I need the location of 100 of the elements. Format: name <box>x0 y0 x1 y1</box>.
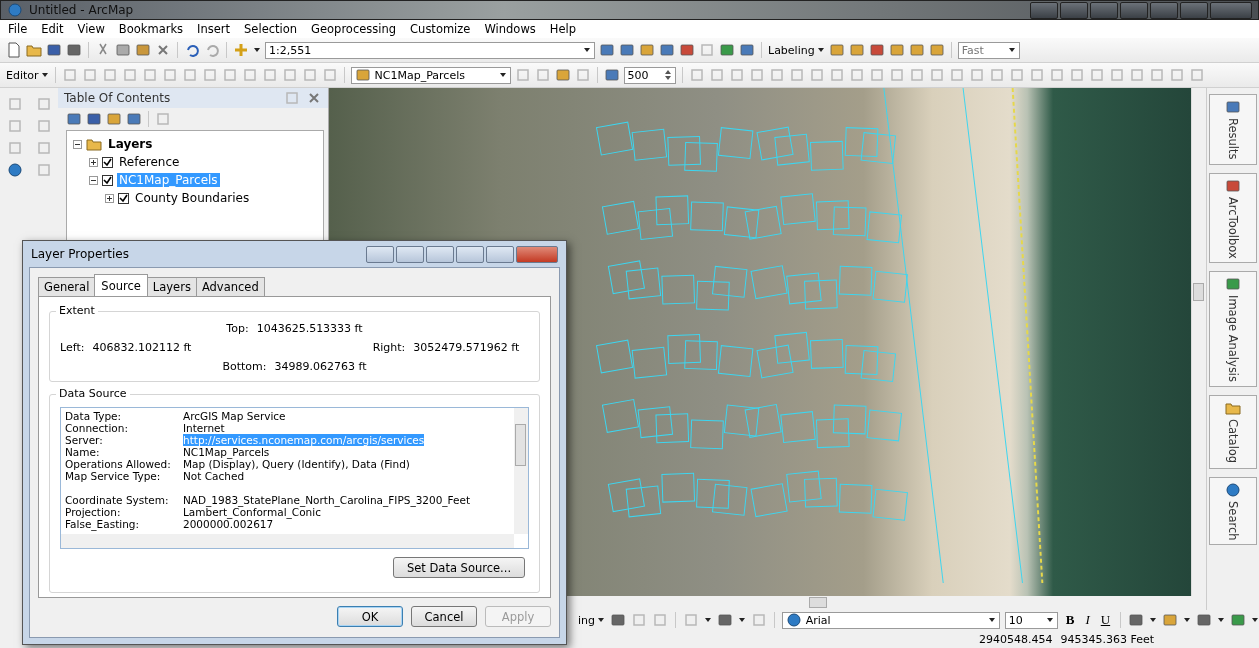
delete-labels-icon[interactable] <box>928 42 945 58</box>
editor-menu[interactable]: Editor <box>6 68 49 82</box>
set-data-source-button[interactable]: Set Data Source... <box>393 557 525 578</box>
time-icon[interactable] <box>603 67 620 83</box>
expand-toggle[interactable] <box>105 193 114 203</box>
extent-label: Top: <box>226 322 249 335</box>
dock-tab[interactable]: Catalog <box>1209 395 1257 469</box>
layer-name[interactable]: Layers <box>106 137 155 151</box>
caret-icon[interactable] <box>597 616 605 624</box>
layer-checkbox[interactable] <box>102 156 113 168</box>
property-value: Not Cached <box>183 470 246 482</box>
pause-labels-icon[interactable] <box>908 42 925 58</box>
font-color-icon[interactable] <box>1128 612 1144 628</box>
dialog-button[interactable]: OK <box>337 606 403 627</box>
menu-item[interactable]: Windows <box>484 22 536 36</box>
menu-item[interactable]: Geoprocessing <box>311 22 397 36</box>
menu-item[interactable]: Selection <box>244 22 298 36</box>
label-priority-icon[interactable] <box>848 42 865 58</box>
caret-icon[interactable] <box>253 46 261 54</box>
labeling-menu[interactable]: Labeling <box>768 43 825 57</box>
caret-icon[interactable] <box>816 46 825 54</box>
label-weight-icon[interactable] <box>868 42 885 58</box>
marker-color-icon[interactable] <box>1230 612 1246 628</box>
list-by-selection-icon[interactable] <box>126 111 142 127</box>
menu-item[interactable]: Help <box>549 22 576 36</box>
bold-button[interactable]: B <box>1062 612 1078 628</box>
list-by-visibility-icon[interactable] <box>106 111 122 127</box>
collapse-toggle[interactable] <box>89 175 98 185</box>
menu-item[interactable]: Edit <box>41 22 64 36</box>
font-size-combobox[interactable]: 10 <box>1004 611 1058 629</box>
menu-item[interactable]: Insert <box>197 22 231 36</box>
caret-icon[interactable] <box>737 616 746 624</box>
dock-tab[interactable]: Image Analysis <box>1209 271 1257 388</box>
menu-item[interactable]: Bookmarks <box>118 22 184 36</box>
tab[interactable]: Source <box>94 274 148 296</box>
dock-tab[interactable]: Results <box>1209 94 1257 165</box>
table-icon[interactable] <box>619 42 635 58</box>
tolerance-spinner[interactable]: 500 <box>623 66 676 84</box>
dialog-button[interactable]: Cancel <box>411 606 477 627</box>
horizontal-scrollbar[interactable] <box>61 534 514 548</box>
spinner-arrows-icon[interactable] <box>663 69 672 81</box>
caret-icon[interactable] <box>40 71 49 79</box>
caret-icon[interactable] <box>1217 616 1225 624</box>
undo-icon[interactable] <box>184 42 200 58</box>
line-color-icon[interactable] <box>1196 612 1212 628</box>
caret-icon[interactable] <box>1251 616 1259 624</box>
open-folder-icon[interactable] <box>26 42 42 58</box>
paste-icon[interactable] <box>135 42 151 58</box>
text-icon[interactable] <box>716 612 733 628</box>
menu-item[interactable]: View <box>77 22 105 36</box>
expand-toggle[interactable] <box>89 157 98 167</box>
menu-item[interactable]: Customize <box>410 22 471 36</box>
layer-combobox[interactable]: NC1Map_Parcels <box>350 66 511 84</box>
flicker-icon[interactable] <box>554 67 571 83</box>
extent-value: 406832.102112 ft <box>92 341 192 354</box>
caret-icon[interactable] <box>703 616 712 624</box>
new-document-icon[interactable] <box>6 42 22 58</box>
vertical-scrollbar[interactable] <box>514 408 528 534</box>
save-icon[interactable] <box>46 42 62 58</box>
property-name: Name: <box>65 446 101 458</box>
caret-icon[interactable] <box>1183 616 1191 624</box>
full-extent-icon[interactable] <box>6 162 23 178</box>
layer-name[interactable]: Reference <box>117 155 182 169</box>
select-elements-icon[interactable] <box>610 612 626 628</box>
fill-color-icon[interactable] <box>1162 612 1178 628</box>
caret-icon[interactable] <box>1149 616 1157 624</box>
list-by-drawing-order-icon[interactable] <box>66 111 82 127</box>
italic-button[interactable]: I <box>1082 612 1093 628</box>
editor-toolbar-icon[interactable] <box>599 42 615 58</box>
caret-icon[interactable] <box>1045 616 1054 624</box>
copy-icon[interactable] <box>115 42 131 58</box>
tab[interactable]: General <box>38 277 96 296</box>
dock-tab[interactable]: ArcToolbox <box>1209 172 1257 264</box>
model-icon[interactable] <box>719 42 735 58</box>
collapse-toggle[interactable] <box>73 139 82 149</box>
caret-icon[interactable] <box>498 71 507 79</box>
group-title: Data Source <box>56 387 130 400</box>
caret-icon[interactable] <box>1007 46 1016 54</box>
caret-icon[interactable] <box>583 46 591 54</box>
function-icon[interactable] <box>739 42 755 58</box>
caret-icon[interactable] <box>987 616 996 624</box>
drawing-menu[interactable]: ing <box>578 613 605 627</box>
underline-button[interactable]: U <box>1097 612 1114 628</box>
tab[interactable]: Advanced <box>195 277 265 296</box>
print-icon[interactable] <box>66 42 82 58</box>
menu-item[interactable]: File <box>8 22 28 36</box>
tab[interactable]: Layers <box>146 277 197 296</box>
dock-tab[interactable]: Search <box>1209 476 1257 546</box>
scale-combobox[interactable]: 1:2,551 <box>265 41 595 59</box>
list-by-source-icon[interactable] <box>86 111 102 127</box>
toolbox-icon[interactable] <box>679 42 695 58</box>
lock-labels-icon[interactable] <box>888 42 905 58</box>
layer-name[interactable]: County Boundaries <box>133 191 252 205</box>
quality-combobox[interactable]: Fast <box>957 41 1020 59</box>
search-window-icon[interactable] <box>659 42 675 58</box>
font-combobox[interactable]: Arial <box>781 611 1000 629</box>
vertical-scrollbar[interactable] <box>1191 88 1206 596</box>
catalog-icon[interactable] <box>639 42 655 58</box>
layer-checkbox[interactable] <box>118 192 129 204</box>
layer-checkbox[interactable] <box>102 174 113 186</box>
